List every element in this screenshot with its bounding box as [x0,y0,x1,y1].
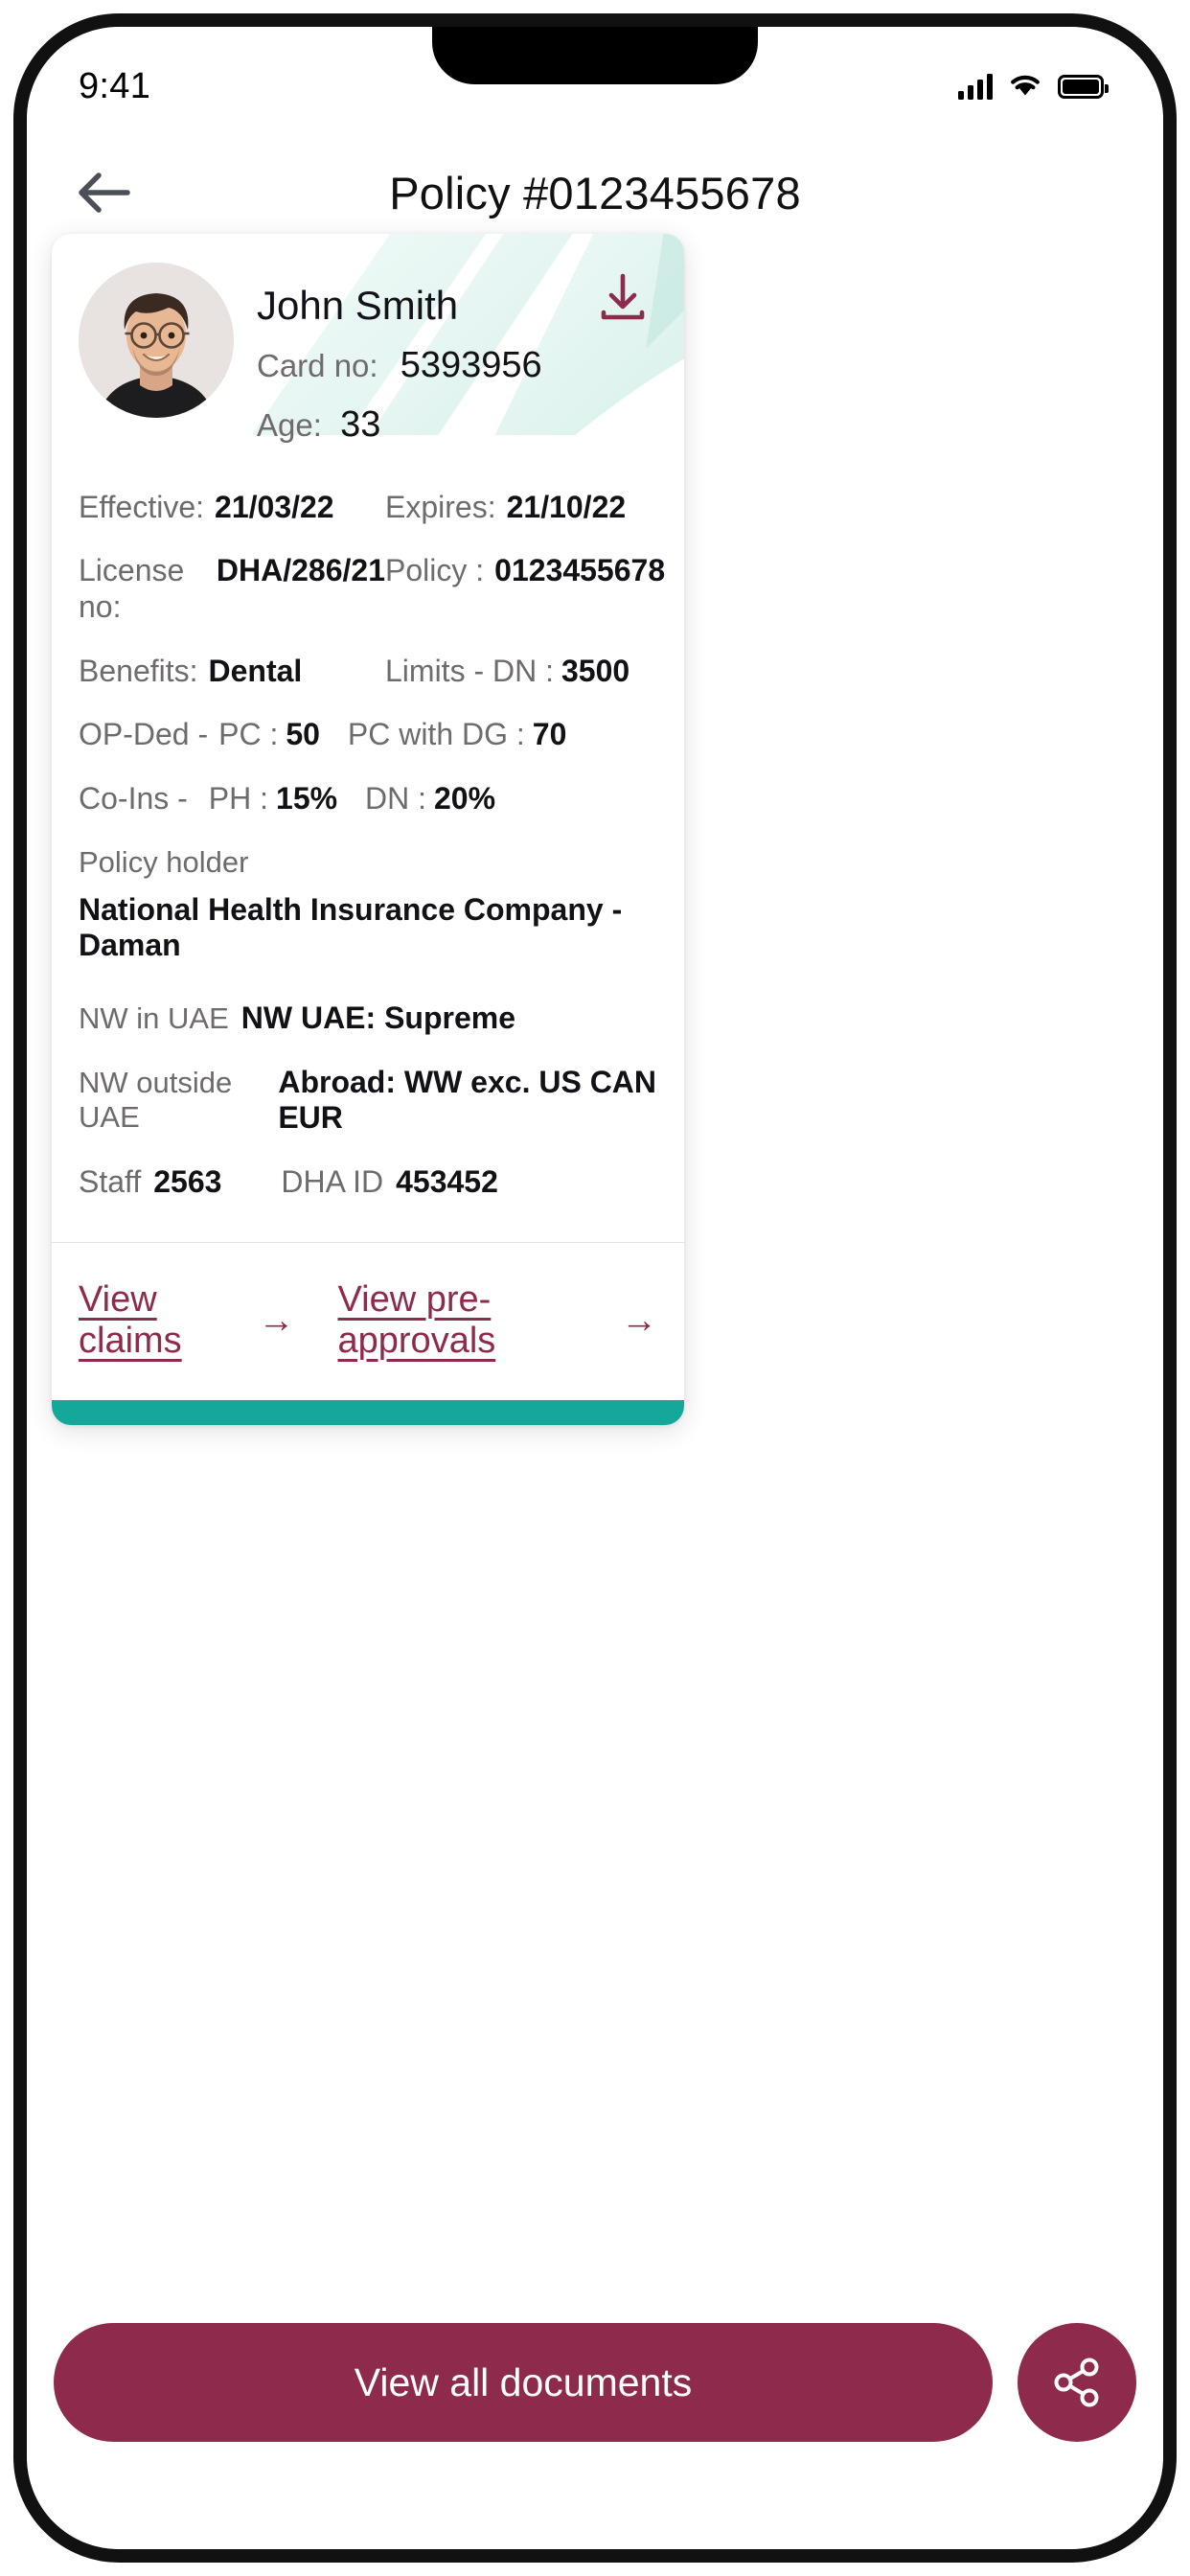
status-icons [958,58,1109,103]
view-pre-approvals-label: View pre-approvals [337,1278,496,1361]
view-all-documents-button[interactable]: View all documents [54,2323,993,2442]
back-button[interactable] [67,156,140,229]
dha-id-value: 453452 [396,1163,498,1199]
share-icon [1054,2358,1099,2407]
policy-holder-block: Policy holder National Health Insurance … [79,830,657,965]
policy-label: Policy : [385,552,485,587]
holder-name: John Smith [257,283,459,328]
cellular-signal-icon [958,73,993,100]
wifi-icon [1008,71,1042,103]
phone-frame: 9:41 Policy #0123455678 John Smith Card … [13,13,1177,2563]
policy-value: 0123455678 [494,552,666,587]
effective-label: Effective: [79,489,205,524]
op-ded-dg-value: 70 [532,717,567,752]
row-co-ins: Co-Ins - PH : 15% DN : 20% [79,767,657,830]
op-ded-pc-label: PC : [218,717,279,752]
expires-label: Expires: [385,489,496,524]
nav-bar: Policy #0123455678 [27,140,1163,245]
row-staff-dha: Staff 2563 DHA ID 453452 [79,1150,657,1208]
view-claims-label: View claims [79,1278,182,1361]
bottom-actions: View all documents [27,2323,1163,2442]
page-title: Policy #0123455678 [389,167,801,218]
license-group: License no: DHA/286/21 [79,552,385,626]
co-ins-dn-label: DN : [364,780,426,816]
policy-card: John Smith Card no: 5393956 Age: 33 Effe… [52,234,684,1425]
arrow-right-icon: → [621,1300,657,1341]
age-value: 33 [340,403,381,445]
arrow-right-icon: → [258,1300,295,1341]
license-label: License no: [79,552,185,625]
policy-holder-value: National Health Insurance Company - Dama… [79,891,623,962]
expires-value: 21/10/22 [506,489,627,524]
age-row: Age: 33 [257,404,542,447]
card-header-text: John Smith Card no: 5393956 Age: 33 [257,263,542,447]
staff-value: 2563 [153,1163,222,1199]
benefits-group: Benefits: Dental [79,653,385,689]
policy-holder-label: Policy holder [79,844,249,879]
co-ins-ph-value: 15% [276,780,338,816]
policy-group: Policy : 0123455678 [385,552,665,588]
co-ins-ph-label: PH : [208,780,269,816]
benefits-label: Benefits: [79,653,198,688]
view-claims-link[interactable]: View claims → [79,1279,294,1362]
arrow-left-icon [79,172,130,213]
op-ded-dg-group: PC with DG : 70 [348,716,567,752]
card-accent-bar [52,1399,684,1425]
card-links: View claims → View pre-approvals → [52,1243,684,1400]
co-ins-label: Co-Ins - [79,780,188,816]
avatar [79,263,234,418]
row-op-ded: OP-Ded - PC : 50 PC with DG : 70 [79,702,657,766]
nw-in-uae-label: NW in UAE [79,1000,229,1035]
row-license-policy: License no: DHA/286/21 Policy : 01234556… [79,539,665,639]
dha-id-label: DHA ID [281,1163,384,1199]
nw-outside-uae-label: NW outside UAE [79,1065,233,1134]
op-ded-group: OP-Ded - PC : 50 [79,716,320,752]
expires-group: Expires: 21/10/22 [385,489,626,525]
row-effective-expires: Effective: 21/03/22 Expires: 21/10/22 [79,475,657,539]
benefits-value: Dental [208,653,303,688]
co-ins-dn-group: DN : 20% [365,780,495,816]
notch [432,27,758,84]
age-label: Age: [257,406,322,443]
limits-label: Limits - DN : [385,653,554,688]
op-ded-pc-value: 50 [286,717,320,752]
co-ins-group: Co-Ins - PH : 15% [79,780,337,816]
card-header: John Smith Card no: 5393956 Age: 33 [52,234,684,464]
phone-screen: 9:41 Policy #0123455678 John Smith Card … [27,27,1163,2549]
license-value: DHA/286/21 [216,552,385,587]
row-benefits-limits: Benefits: Dental Limits - DN : 3500 [79,639,657,702]
limits-value: 3500 [561,653,630,688]
download-button[interactable] [594,268,652,326]
card-body: Effective: 21/03/22 Expires: 21/10/22 Li… [52,464,684,1232]
op-ded-dg-label: PC with DG : [347,717,525,752]
nw-outside-uae-value: Abroad: WW exc. US CAN EUR [278,1064,657,1135]
nw-in-uae-value: NW UAE: Supreme [240,1000,515,1035]
card-number-value: 5393956 [400,345,542,386]
battery-icon [1058,74,1109,99]
row-nw-in-uae: NW in UAE NW UAE: Supreme [79,986,657,1050]
row-nw-outside-uae: NW outside UAE Abroad: WW exc. US CAN EU… [79,1050,657,1150]
view-pre-approvals-link[interactable]: View pre-approvals → [338,1279,658,1362]
limits-group: Limits - DN : 3500 [385,653,629,689]
card-number-label: Card no: [257,348,378,384]
download-icon [601,273,645,320]
staff-label: Staff [79,1163,142,1199]
effective-group: Effective: 21/03/22 [79,489,385,525]
op-ded-label: OP-Ded - [79,717,209,752]
share-button[interactable] [1018,2323,1136,2442]
effective-value: 21/03/22 [215,489,334,524]
card-number-row: Card no: 5393956 [257,345,542,387]
co-ins-dn-value: 20% [433,780,496,816]
status-time: 9:41 [79,65,151,106]
